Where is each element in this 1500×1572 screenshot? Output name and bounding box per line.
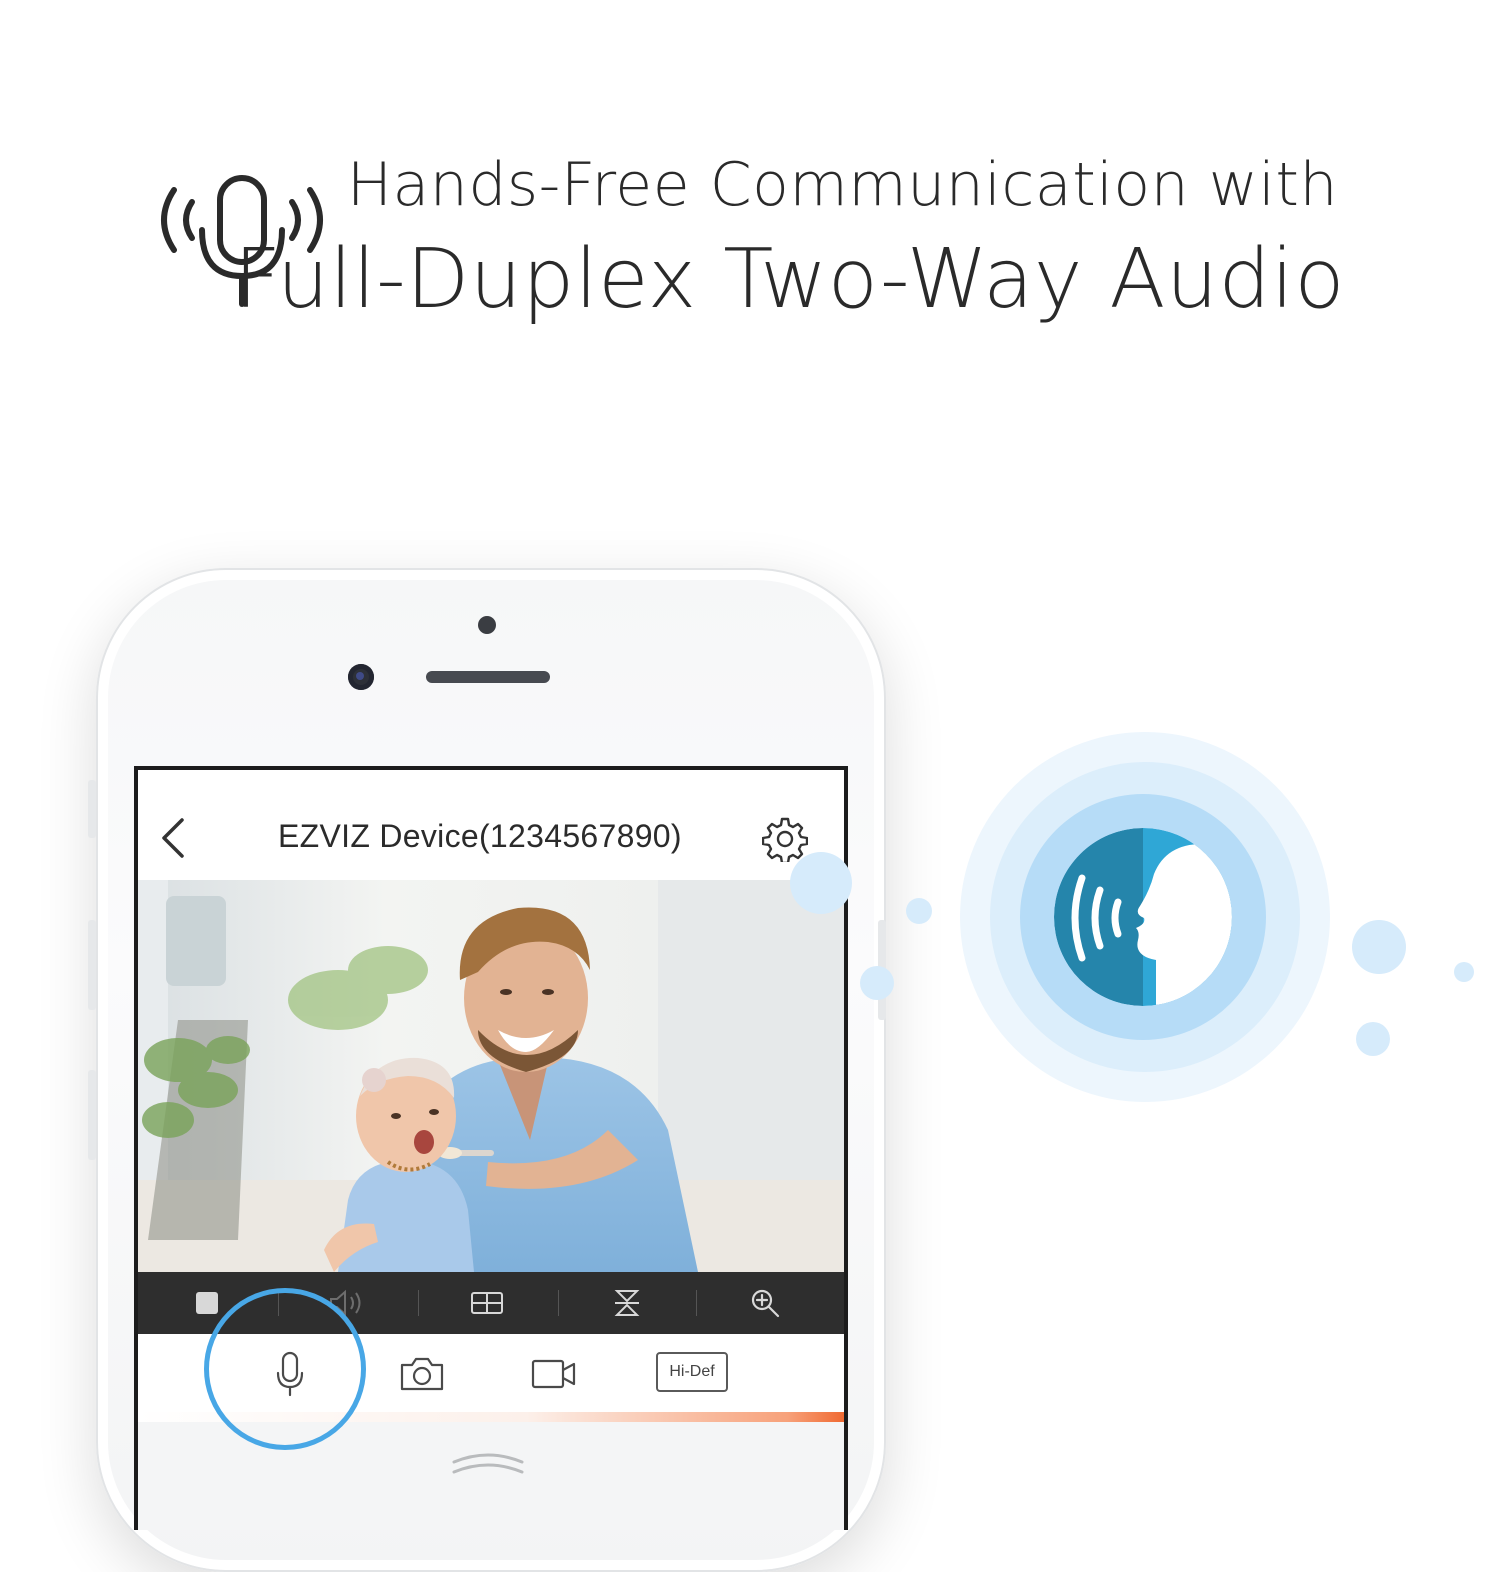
snapshot-button[interactable]: [392, 1346, 452, 1402]
decorative-bubble: [1454, 962, 1474, 982]
phone-mute-switch: [88, 780, 96, 838]
decorative-bubble: [790, 852, 852, 914]
camera-icon: [400, 1357, 444, 1391]
live-video-feed[interactable]: [138, 880, 844, 1272]
decorative-bubble: [860, 966, 894, 1000]
decorative-bubble: [1352, 920, 1406, 974]
drawer-handle-icon[interactable]: [450, 1450, 526, 1476]
ptz-icon: [614, 1290, 640, 1316]
video-quality-button[interactable]: Hi-Def: [656, 1352, 728, 1392]
app-header: EZVIZ Device(1234567890): [138, 770, 844, 880]
decorative-bubble: [906, 898, 932, 924]
phone-sensor: [478, 616, 496, 634]
talk-highlight-ring: [204, 1288, 366, 1450]
gear-icon[interactable]: [762, 816, 808, 862]
phone-front-camera: [348, 664, 374, 690]
video-camera-icon: [531, 1359, 576, 1389]
zoom-button[interactable]: [696, 1272, 834, 1334]
speaking-person-icon: [1054, 828, 1232, 1006]
back-chevron-icon[interactable]: [156, 816, 190, 860]
headline-line-2: Full-Duplex Two-Way Audio: [233, 232, 1345, 327]
phone-earpiece: [426, 671, 550, 683]
headline-line-1: Hands-Free Communication with: [346, 150, 1338, 220]
split-view-button[interactable]: [418, 1272, 556, 1334]
decorative-bubble: [1356, 1022, 1390, 1056]
phone-volume-down: [88, 1070, 96, 1160]
stop-icon: [196, 1292, 218, 1314]
record-button[interactable]: [524, 1346, 584, 1402]
ptz-button[interactable]: [558, 1272, 696, 1334]
split-view-icon: [471, 1292, 503, 1314]
zoom-icon: [751, 1289, 780, 1318]
device-title: EZVIZ Device(1234567890): [278, 818, 682, 854]
phone-volume-up: [88, 920, 96, 1010]
